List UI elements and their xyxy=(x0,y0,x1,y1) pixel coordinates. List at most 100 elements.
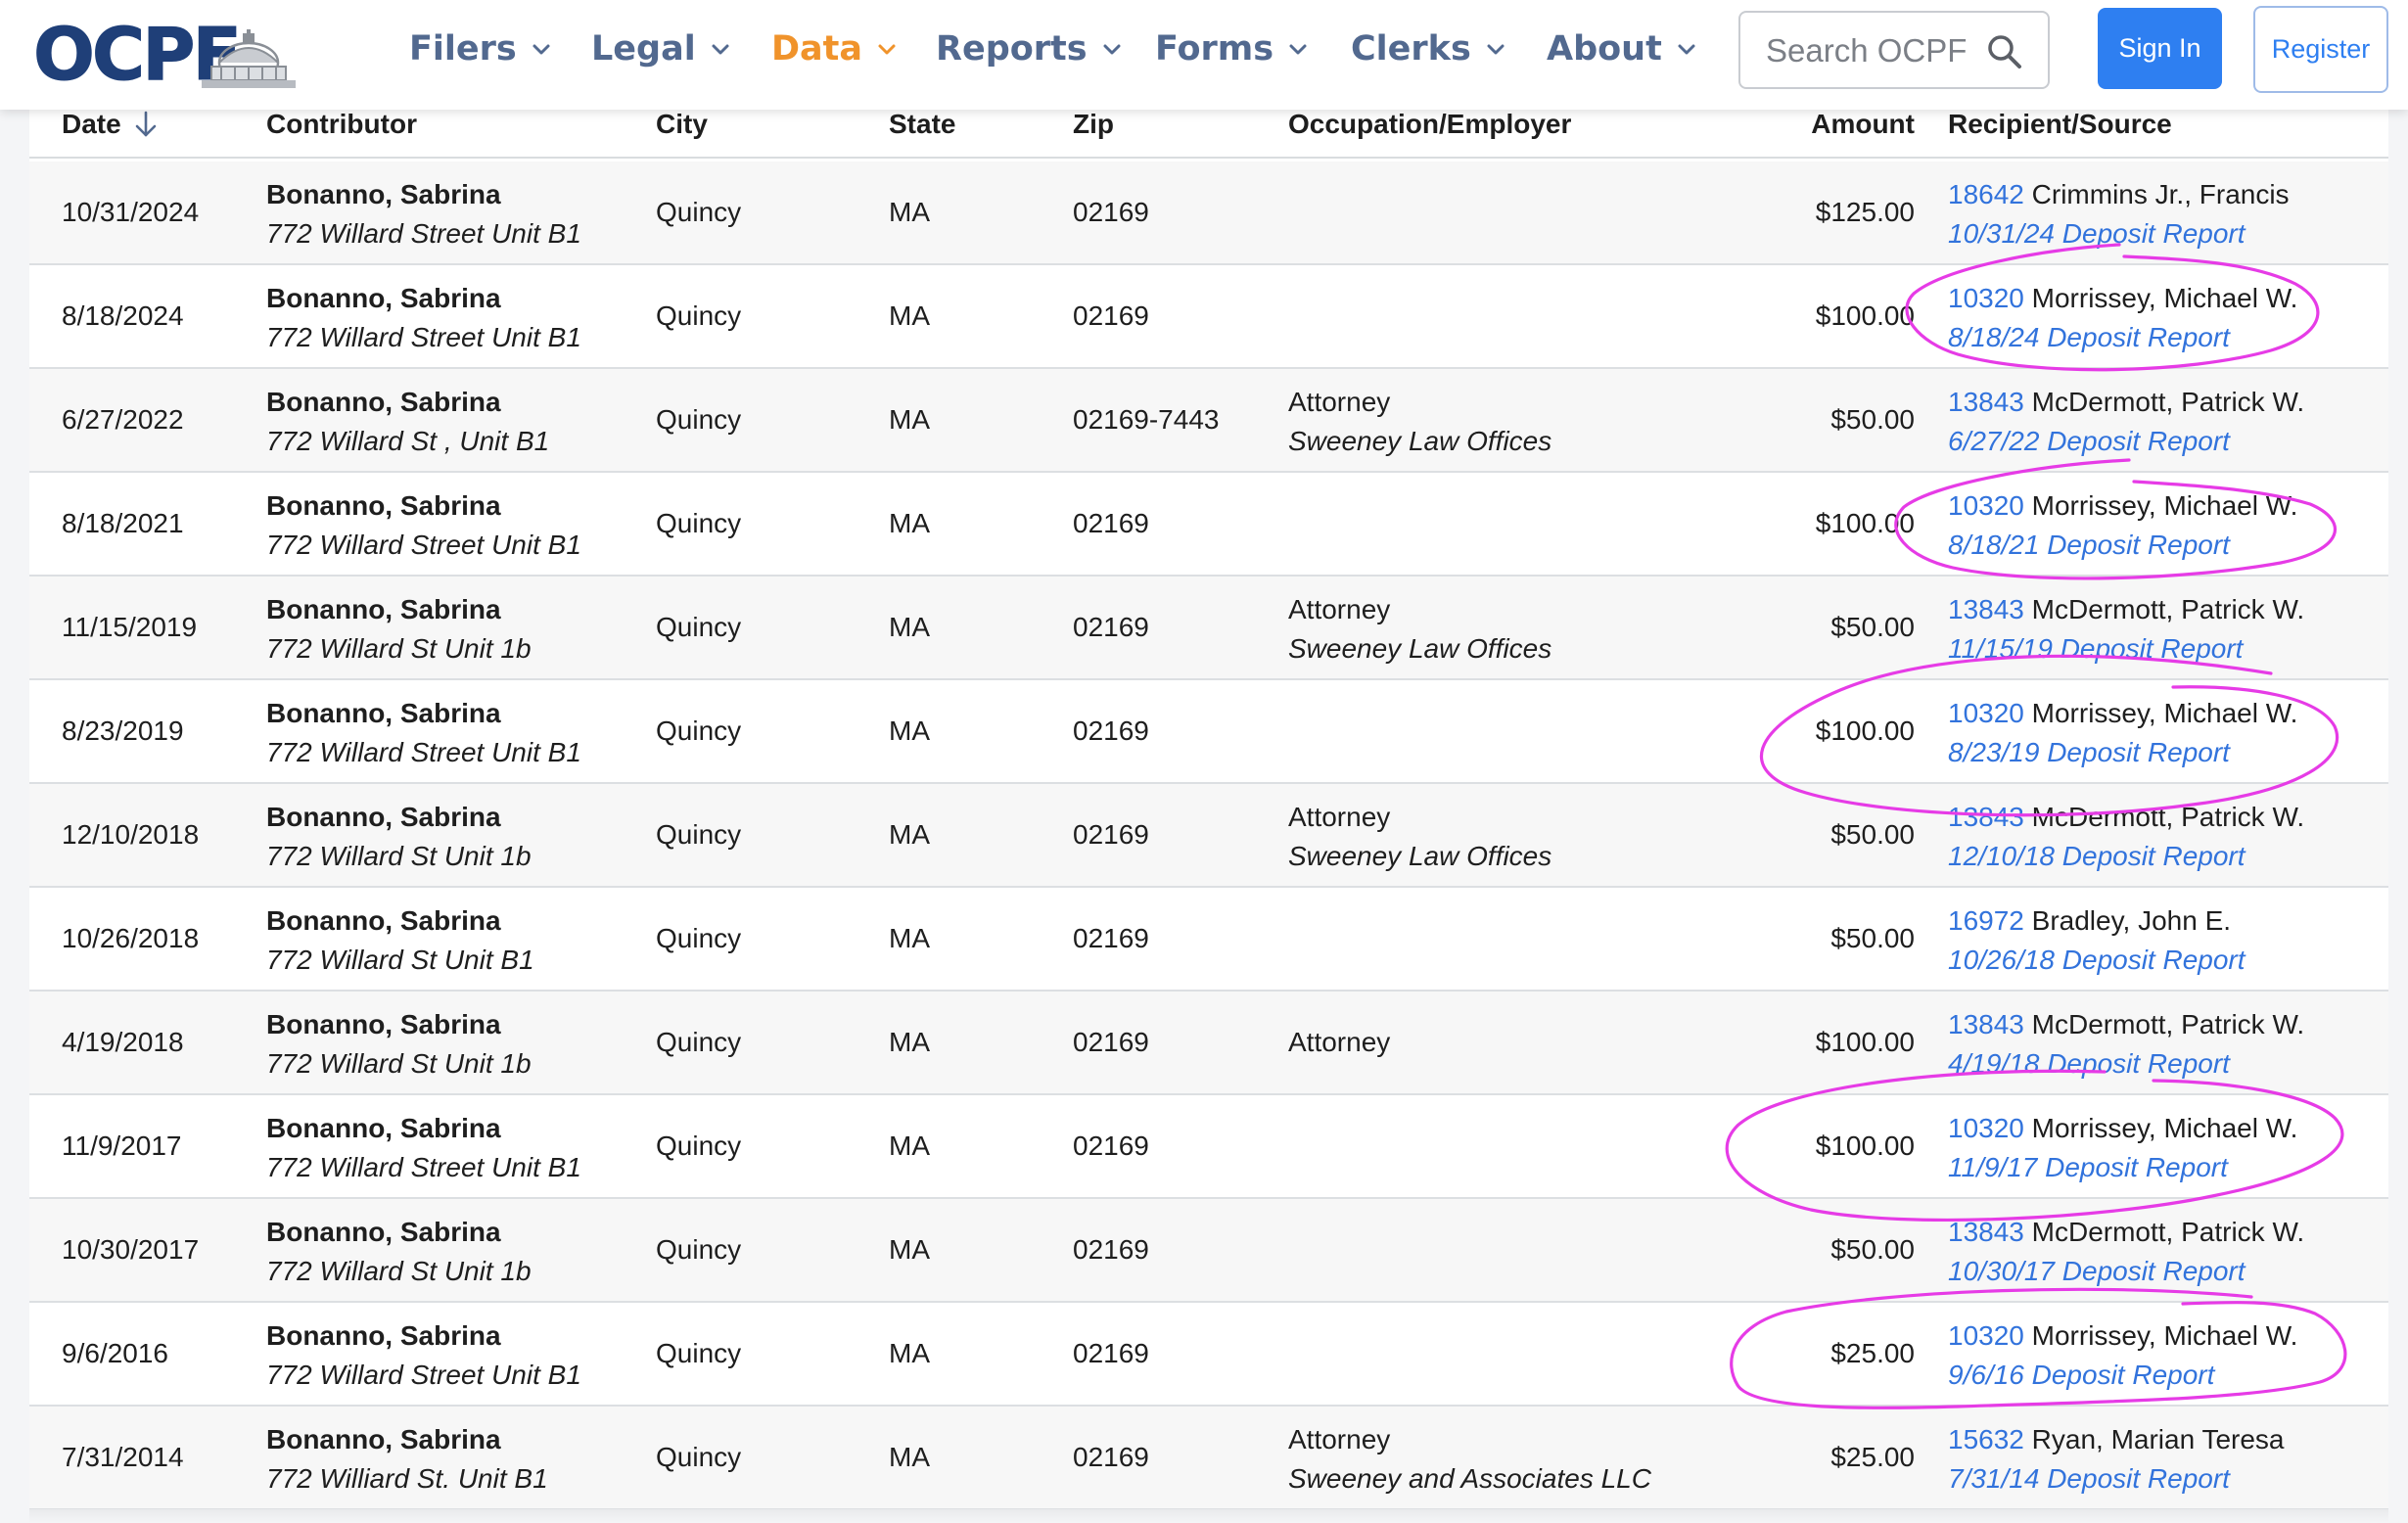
column-header-date-label: Date xyxy=(62,109,121,139)
deposit-report-link[interactable]: 10/31/24 Deposit Report xyxy=(1948,217,2246,251)
cell-date: 8/23/2019 xyxy=(62,715,184,746)
cell-state: MA xyxy=(889,612,930,642)
column-header-zip[interactable]: Zip xyxy=(1073,110,1114,159)
deposit-report-link[interactable]: 12/10/18 Deposit Report xyxy=(1948,840,2246,873)
deposit-report-link[interactable]: 11/9/17 Deposit Report xyxy=(1948,1151,2228,1184)
cpf-id-link[interactable]: 13843 xyxy=(1948,1217,2024,1247)
cpf-id-link[interactable]: 13843 xyxy=(1948,594,2024,624)
cell-amount: $100.00 xyxy=(1815,715,1915,746)
column-header-date[interactable]: Date xyxy=(62,110,159,159)
cell-state: MA xyxy=(889,197,930,227)
cell-state: MA xyxy=(889,1131,930,1161)
deposit-report-link[interactable]: 11/15/19 Deposit Report xyxy=(1948,632,2243,666)
cell-zip: 02169 xyxy=(1073,715,1149,746)
cell-date: 12/10/2018 xyxy=(62,819,200,850)
page-bottom-edge xyxy=(29,1509,2388,1523)
cell-state: MA xyxy=(889,508,930,538)
deposit-report-link[interactable]: 8/18/24 Deposit Report xyxy=(1948,321,2230,354)
ocpf-logo[interactable]: OCPF xyxy=(33,16,296,95)
nav-clerks[interactable]: Clerks xyxy=(1351,23,1508,74)
contributor-address: 772 Willard St Unit 1b xyxy=(266,841,532,871)
cell-date: 10/31/2024 xyxy=(62,197,200,227)
nav-legal-label: Legal xyxy=(591,29,696,69)
column-header-contributor[interactable]: Contributor xyxy=(266,110,417,159)
contributor-name: Bonanno, Sabrina xyxy=(266,387,501,417)
cpf-id-link[interactable]: 10320 xyxy=(1948,1320,2024,1351)
recipient-line: 16972 Bradley, John E. xyxy=(1948,904,2231,938)
recipient-line: 10320 Morrissey, Michael W. xyxy=(1948,1319,2297,1353)
recipient-name: McDermott, Patrick W. xyxy=(2031,387,2305,417)
deposit-report-link[interactable]: 10/30/17 Deposit Report xyxy=(1948,1255,2246,1288)
cell-employer: Sweeney and Associates LLC xyxy=(1288,1463,1651,1494)
search-input[interactable]: Search OCPF xyxy=(1738,11,2050,89)
recipient-name: McDermott, Patrick W. xyxy=(2031,1009,2305,1039)
deposit-report-link[interactable]: 8/18/21 Deposit Report xyxy=(1948,529,2230,562)
cell-state: MA xyxy=(889,819,930,850)
table-row: 8/18/2021 Bonanno, Sabrina 772 Willard Str… xyxy=(29,473,2388,577)
recipient-name: Crimmins Jr., Francis xyxy=(2031,179,2290,209)
deposit-report-link[interactable]: 6/27/22 Deposit Report xyxy=(1948,425,2230,458)
cpf-id-link[interactable]: 18642 xyxy=(1948,179,2024,209)
nav-reports[interactable]: Reports xyxy=(936,23,1125,74)
recipient-name: Morrissey, Michael W. xyxy=(2031,1320,2298,1351)
recipient-line: 13843 McDermott, Patrick W. xyxy=(1948,386,2304,419)
nav-about[interactable]: About xyxy=(1547,23,1699,74)
cpf-id-link[interactable]: 10320 xyxy=(1948,283,2024,313)
cell-date: 11/15/2019 xyxy=(62,612,198,642)
deposit-report-link[interactable]: 9/6/16 Deposit Report xyxy=(1948,1359,2214,1392)
cpf-id-link[interactable]: 13843 xyxy=(1948,802,2024,832)
column-header-occupation[interactable]: Occupation/Employer xyxy=(1288,110,1571,159)
cpf-id-link[interactable]: 10320 xyxy=(1948,1113,2024,1143)
nav-legal[interactable]: Legal xyxy=(591,23,733,74)
cell-amount: $25.00 xyxy=(1830,1338,1915,1368)
column-header-city[interactable]: City xyxy=(656,110,708,159)
search-placeholder: Search OCPF xyxy=(1766,32,1968,69)
contributor-name: Bonanno, Sabrina xyxy=(266,1320,501,1351)
column-header-recipient[interactable]: Recipient/Source xyxy=(1948,110,2172,159)
recipient-name: McDermott, Patrick W. xyxy=(2031,1217,2305,1247)
cell-city: Quincy xyxy=(656,404,742,435)
cpf-id-link[interactable]: 10320 xyxy=(1948,698,2024,728)
cell-date: 10/30/2017 xyxy=(62,1234,200,1265)
contributor-name: Bonanno, Sabrina xyxy=(266,179,501,209)
contributor-name: Bonanno, Sabrina xyxy=(266,1009,501,1039)
cpf-id-link[interactable]: 16972 xyxy=(1948,905,2024,936)
nav-forms[interactable]: Forms xyxy=(1155,23,1311,74)
column-header-state[interactable]: State xyxy=(889,110,955,159)
recipient-line: 10320 Morrissey, Michael W. xyxy=(1948,697,2297,730)
recipient-line: 15632 Ryan, Marian Teresa xyxy=(1948,1423,2284,1456)
contributor-address: 772 Willard St , Unit B1 xyxy=(266,426,550,456)
deposit-report-link[interactable]: 4/19/18 Deposit Report xyxy=(1948,1047,2230,1081)
deposit-report-link[interactable]: 7/31/14 Deposit Report xyxy=(1948,1462,2230,1496)
search-icon[interactable] xyxy=(1987,34,2022,69)
column-header-amount[interactable]: Amount xyxy=(1693,110,1915,159)
deposit-report-link[interactable]: 10/26/18 Deposit Report xyxy=(1948,944,2246,977)
deposit-report-link[interactable]: 8/23/19 Deposit Report xyxy=(1948,736,2230,769)
nav-data[interactable]: Data xyxy=(771,23,900,74)
cell-date: 9/6/2016 xyxy=(62,1338,168,1368)
cell-amount: $100.00 xyxy=(1815,300,1915,331)
cell-amount: $50.00 xyxy=(1830,404,1915,435)
cell-city: Quincy xyxy=(656,923,742,953)
recipient-line: 13843 McDermott, Patrick W. xyxy=(1948,801,2304,834)
arrow-down-icon[interactable] xyxy=(133,110,159,139)
contributor-name: Bonanno, Sabrina xyxy=(266,698,501,728)
cell-city: Quincy xyxy=(656,197,742,227)
register-button[interactable]: Register xyxy=(2253,6,2388,93)
cell-state: MA xyxy=(889,300,930,331)
contributor-address: 772 Willard Street Unit B1 xyxy=(266,1152,581,1182)
cell-zip: 02169 xyxy=(1073,819,1149,850)
contributor-address: 772 Willard Street Unit B1 xyxy=(266,530,581,560)
cpf-id-link[interactable]: 10320 xyxy=(1948,490,2024,521)
cell-date: 8/18/2021 xyxy=(62,508,184,538)
cpf-id-link[interactable]: 13843 xyxy=(1948,1009,2024,1039)
cpf-id-link[interactable]: 15632 xyxy=(1948,1424,2024,1454)
nav-reports-label: Reports xyxy=(936,29,1088,69)
nav-filers[interactable]: Filers xyxy=(409,23,554,74)
sign-in-button[interactable]: Sign In xyxy=(2098,8,2222,89)
cell-zip: 02169 xyxy=(1073,1442,1149,1472)
table-row: 7/31/2014 Bonanno, Sabrina 772 Williard St… xyxy=(29,1407,2388,1510)
cpf-id-link[interactable]: 13843 xyxy=(1948,387,2024,417)
table-row: 10/26/2018 Bonanno, Sabrina 772 Willard St… xyxy=(29,888,2388,992)
recipient-name: Morrissey, Michael W. xyxy=(2031,283,2298,313)
